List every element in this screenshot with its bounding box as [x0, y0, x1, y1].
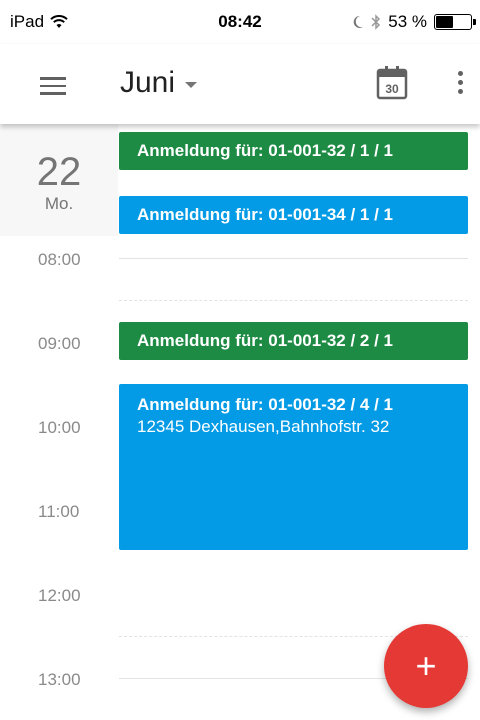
battery-percentage: 53 % [388, 12, 427, 31]
plus-icon: + [415, 645, 437, 686]
calendar-event[interactable]: Anmeldung für: 01-001-32 / 2 / 1 [119, 322, 468, 360]
hour-label: 09:00 [38, 334, 81, 353]
calendar-event[interactable]: Anmeldung für: 01-001-34 / 1 / 1 [119, 196, 468, 234]
more-options-icon[interactable] [452, 71, 468, 99]
bluetooth-icon [371, 14, 381, 30]
weekday-label: Mo. [44, 194, 74, 213]
caret-down-icon [185, 82, 198, 88]
calendar-today-icon[interactable]: 30 [376, 66, 408, 100]
moon-icon [353, 15, 364, 28]
app-toolbar: Juni 30 [0, 44, 480, 124]
month-label: Juni [120, 66, 176, 99]
day-number: 22 [36, 150, 82, 194]
event-title: Anmeldung für: 01-001-32 / 2 / 1 [137, 331, 394, 350]
hour-label: 12:00 [38, 586, 81, 605]
event-location: 12345 Dexhausen,Bahnhofstr. 32 [137, 417, 390, 436]
calendar-event[interactable]: Anmeldung für: 01-001-32 / 1 / 1 [119, 132, 468, 170]
hour-label: 10:00 [38, 418, 81, 437]
hour-line [119, 258, 468, 259]
status-bar: iPad 08:42 53 % [0, 0, 480, 44]
date-header[interactable]: 22 Mo. [0, 124, 118, 236]
add-event-button[interactable]: + [384, 624, 468, 708]
month-selector[interactable]: Juni [120, 66, 198, 100]
status-right: 53 % [352, 12, 476, 32]
hour-label: 08:00 [38, 250, 81, 269]
hamburger-menu-icon[interactable] [40, 77, 66, 95]
event-title: Anmeldung für: 01-001-32 / 1 / 1 [137, 141, 394, 160]
calendar-event[interactable]: Anmeldung für: 01-001-32 / 4 / 1 12345 D… [119, 384, 468, 550]
half-hour-line [119, 300, 468, 301]
hour-label: 11:00 [38, 502, 80, 521]
event-title: Anmeldung für: 01-001-34 / 1 / 1 [137, 205, 394, 224]
battery-icon [434, 14, 476, 30]
event-title: Anmeldung für: 01-001-32 / 4 / 1 [137, 395, 394, 414]
battery-fill [436, 16, 454, 28]
hour-label: 13:00 [38, 670, 81, 689]
calendar-day-number: 30 [385, 82, 399, 96]
